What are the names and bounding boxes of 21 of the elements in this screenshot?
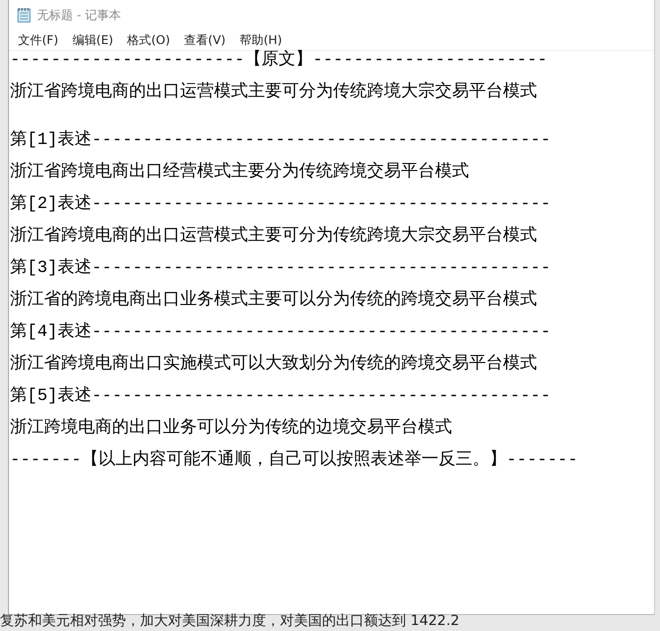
text-line: 浙江省跨境电商的出口运营模式主要可分为传统跨境大宗交易平台模式 [10,227,537,246]
menu-item[interactable]: 编辑(E) [65,30,120,50]
text-line: 浙江省的跨境电商出口业务模式主要可以分为传统的跨境交易平台模式 [10,291,537,310]
menu-item[interactable]: 文件(F) [11,30,66,50]
menu-item[interactable]: 查看(V) [177,30,233,50]
background-window-text: 复苏和美元相对强势，加大对美国深耕力度，对美国的出口额达到 1422.2 [0,613,460,629]
menu-item[interactable]: 帮助(H) [232,30,289,50]
window-title: 无标题 - 记事本 [37,6,121,24]
section-divider-text: -----------------------【原文】----------------------- [10,51,548,70]
section-divider-text: 第[4]表述--------------------------------------------- [10,323,551,342]
menu-item[interactable]: 格式(O) [120,30,178,50]
section-divider-text: -------【以上内容可能不通顺，自己可以按照表述举一反三。】------- [10,451,578,470]
text-line: 浙江省跨境电商出口经营模式主要分为传统跨境交易平台模式 [10,163,469,182]
text-line: 浙江跨境电商的出口业务可以分为传统的边境交易平台模式 [10,419,452,438]
original-text-line: 浙江省跨境电商的出口运营模式主要可分为传统跨境大宗交易平台模式 [10,83,537,102]
section-divider-text: 第[2]表述--------------------------------------------- [10,195,551,214]
notepad-icon [17,7,31,23]
section-divider-text: 第[1]表述--------------------------------------------- [10,131,551,150]
text-line: 浙江省跨境电商出口实施模式可以大致划分为传统的跨境交易平台模式 [10,355,537,374]
section-divider-text: 第[5]表述--------------------------------------------- [10,387,551,406]
section-divider-text: 第[3]表述--------------------------------------------- [10,259,551,278]
